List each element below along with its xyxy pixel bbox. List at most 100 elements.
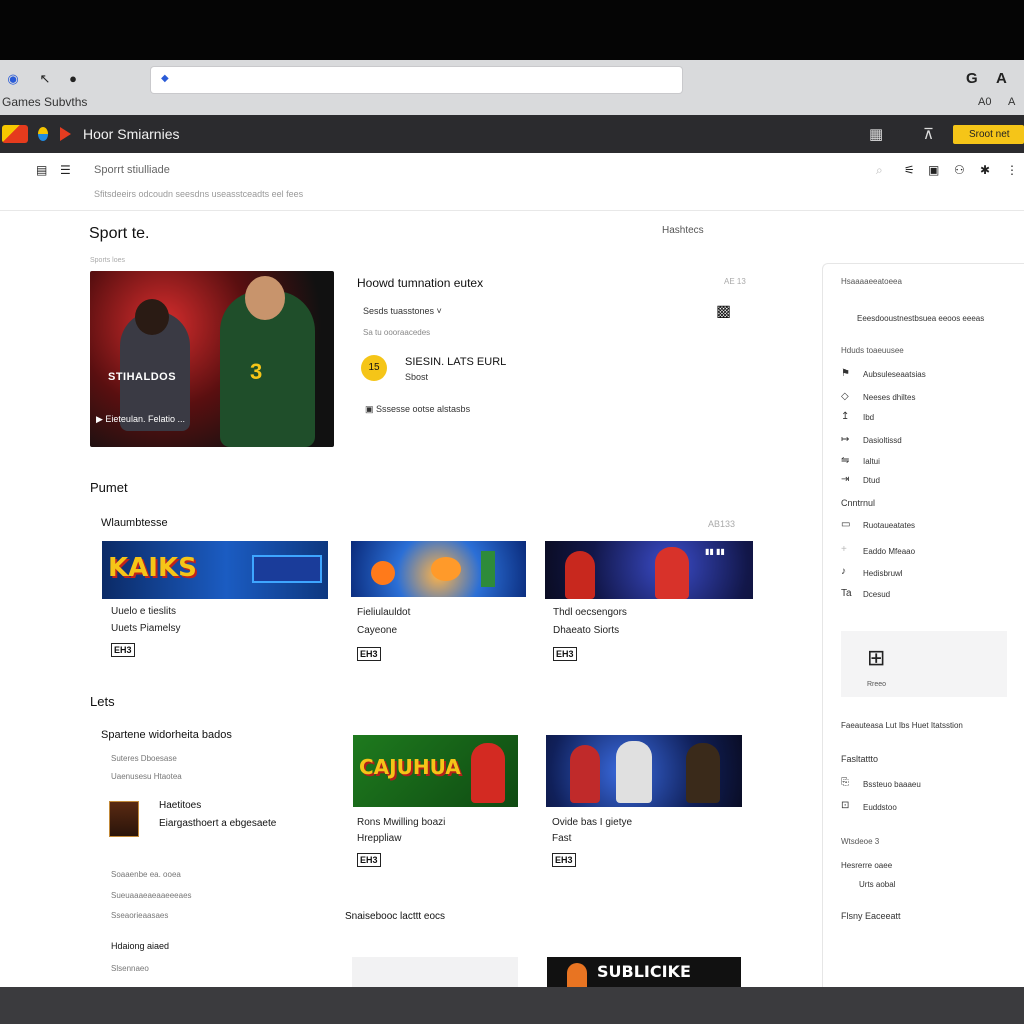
window-top-bar xyxy=(0,0,1024,60)
sidebar-item[interactable]: Ruotaueatates xyxy=(863,521,915,530)
sidebar-item[interactable]: Euddstoo xyxy=(863,803,897,812)
shield-icon[interactable]: ◉ xyxy=(4,70,22,88)
address-bar[interactable]: ◆ xyxy=(151,67,682,93)
featured-list-item-label: Sssesse ootse alstasbs xyxy=(376,404,471,414)
back-icon[interactable]: ↖ xyxy=(36,70,54,88)
bottom-bar xyxy=(0,987,1024,1024)
thumbnail-player xyxy=(565,551,595,599)
card-title: Fieliulauldot xyxy=(357,607,411,618)
monitor-icon: ▭ xyxy=(841,519,851,530)
more-icon[interactable]: ⋮ xyxy=(1006,163,1018,177)
menu-icon[interactable]: ☰ xyxy=(60,163,71,177)
item-subtitle: Eiargasthoert a ebgesaete xyxy=(159,818,277,829)
pin-icon: ⇥ xyxy=(841,474,850,485)
row-count: AB133 xyxy=(708,519,736,529)
list-note: Uaenusesu Htaotea xyxy=(111,772,182,781)
game-thumbnail[interactable]: KAIKS xyxy=(102,541,328,599)
rating-badge: EH3 xyxy=(553,647,577,661)
featured-list-item[interactable]: ▣ Sssesse ootse alstasbs xyxy=(365,404,470,415)
calendar-icon[interactable]: ▤ xyxy=(36,163,47,177)
rating-badge: EH3 xyxy=(357,647,381,661)
placeholder-card[interactable] xyxy=(352,957,518,987)
sidebar-caption: Faeauteasa Lut Ibs Huet Itatsstion xyxy=(841,721,963,730)
calendar-icon[interactable]: ▣ xyxy=(928,163,939,177)
qr-code-icon[interactable]: ▩ xyxy=(716,301,738,321)
balloon-icon[interactable] xyxy=(38,127,48,141)
list-note: Suteres Dboesase xyxy=(111,754,177,763)
users-icon[interactable]: ⚇ xyxy=(954,163,965,177)
breadcrumb[interactable]: Sporrt stiulliade xyxy=(94,164,170,176)
extension-icon[interactable]: A xyxy=(1008,96,1015,108)
list-heading: Hdaiong aiaed xyxy=(111,941,170,951)
game-thumbnail[interactable]: ▮▮ ▮▮ xyxy=(545,541,753,599)
zoom-label: A0 xyxy=(978,96,992,108)
sidebar-item[interactable]: Bssteuo baaaeu xyxy=(863,780,921,789)
game-thumbnail[interactable]: SUBLICIKE xyxy=(547,957,741,987)
link-icon: ⇋ xyxy=(841,455,850,466)
badge-title: SIESIN. LATS EURL xyxy=(405,356,507,368)
filter-icon[interactable]: ⚟ xyxy=(904,163,915,177)
plus-icon: + xyxy=(841,544,847,555)
row-title: Spartene widorheita bados xyxy=(101,729,232,741)
grid-icon[interactable]: ▦ xyxy=(869,125,883,143)
app-title: Hoor Smiarnies xyxy=(83,126,180,142)
sidebar-heading: Wtsdeoe 3 xyxy=(841,837,880,846)
sidebar-item[interactable]: Aubsuleseaatsias xyxy=(863,370,926,379)
list-note: Slsennaeo xyxy=(111,964,149,973)
thumbnail-player xyxy=(471,743,505,803)
sidebar-item[interactable]: Dcesud xyxy=(863,590,890,599)
signin-button[interactable]: Sroot net xyxy=(953,125,1024,144)
section-title: Snaisebooc lacttt eocs xyxy=(345,911,446,922)
right-sidebar: Hsaaaaeeatoeea Eeesdooustnestbsuea eeoos… xyxy=(822,263,1024,987)
tag-icon: ◇ xyxy=(841,391,849,402)
search-icon[interactable]: ⌕ xyxy=(876,163,883,178)
sidebar-item[interactable]: Hedisbruwl xyxy=(863,569,903,578)
featured-hero-image[interactable]: STIHALDOS 3 ▶ Eieteulan. Felatio ... xyxy=(90,271,334,447)
thumbnail-title: SUBLICIKE xyxy=(597,962,691,981)
game-thumbnail[interactable]: CAJUHUA xyxy=(353,735,518,807)
menu-icon[interactable]: A xyxy=(996,70,1007,87)
sidebar-item[interactable]: Ibd xyxy=(863,413,874,422)
profile-icon[interactable]: G xyxy=(966,70,978,87)
chart-icon: ↦ xyxy=(841,434,850,445)
sidebar-promo-box[interactable]: ⊞ Rreeo xyxy=(841,631,1007,697)
card-title: Uuelo e tieslits xyxy=(111,606,177,617)
sidebar-item[interactable]: Eaddo Mfeaao xyxy=(863,547,915,556)
card-subtitle: Cayeone xyxy=(357,625,398,636)
sidebar-footer: Flsny Eaceeatt xyxy=(841,911,901,921)
sidebar-description: Eeesdooustnestbsuea eeoos eeeas xyxy=(857,314,985,323)
item-title[interactable]: Haetitoes xyxy=(159,800,201,811)
player-head xyxy=(135,299,169,335)
browser-chrome: ◉ ↖ ● ◆ Games Subvths G A A0 A xyxy=(0,60,1024,115)
sidebar-item[interactable]: Ialtui xyxy=(863,457,880,466)
card-title: Rons Mwilling boazi xyxy=(357,817,446,828)
hero-play-label[interactable]: ▶ Eieteulan. Felatio ... xyxy=(96,414,185,425)
app-logo[interactable] xyxy=(2,125,28,143)
item-thumbnail[interactable] xyxy=(109,801,139,837)
share-icon[interactable]: ⊼ xyxy=(923,125,934,143)
badge-sub: Sbost xyxy=(405,372,429,382)
featured-select[interactable]: Sesds tuasstones ˅ xyxy=(363,306,442,316)
game-thumbnail[interactable] xyxy=(351,541,526,597)
promo-label: Rreeo xyxy=(867,681,887,688)
music-icon: ♪ xyxy=(841,566,846,577)
hero-brand: STIHALDOS xyxy=(108,371,177,383)
record-icon[interactable]: ● xyxy=(64,70,82,88)
sidebar-item[interactable]: Urts aobal xyxy=(859,880,895,889)
tab-title[interactable]: Games Subvths xyxy=(2,95,87,109)
settings-icon[interactable]: ✱ xyxy=(980,163,990,177)
card-subtitle: Dhaeato Siorts xyxy=(553,625,620,636)
play-icon[interactable] xyxy=(60,127,71,141)
thumbnail-title: KAIKS xyxy=(108,553,197,583)
sidebar-item[interactable]: Dtud xyxy=(863,476,880,485)
more-link[interactable]: Hashtecs xyxy=(662,225,704,236)
rating-badge: EH3 xyxy=(357,853,381,867)
sidebar-item[interactable]: Hesrerre oaee xyxy=(841,861,892,870)
image-icon: ⊡ xyxy=(841,800,850,811)
sidebar-heading: Fasltattto xyxy=(841,754,879,764)
game-thumbnail[interactable] xyxy=(546,735,742,807)
sidebar-item[interactable]: Dasioltissd xyxy=(863,436,902,445)
thumbnail-player xyxy=(616,741,652,803)
featured-title: Hoowd tumnation eutex xyxy=(357,276,484,290)
sidebar-item[interactable]: Neeses dhiltes xyxy=(863,393,915,402)
